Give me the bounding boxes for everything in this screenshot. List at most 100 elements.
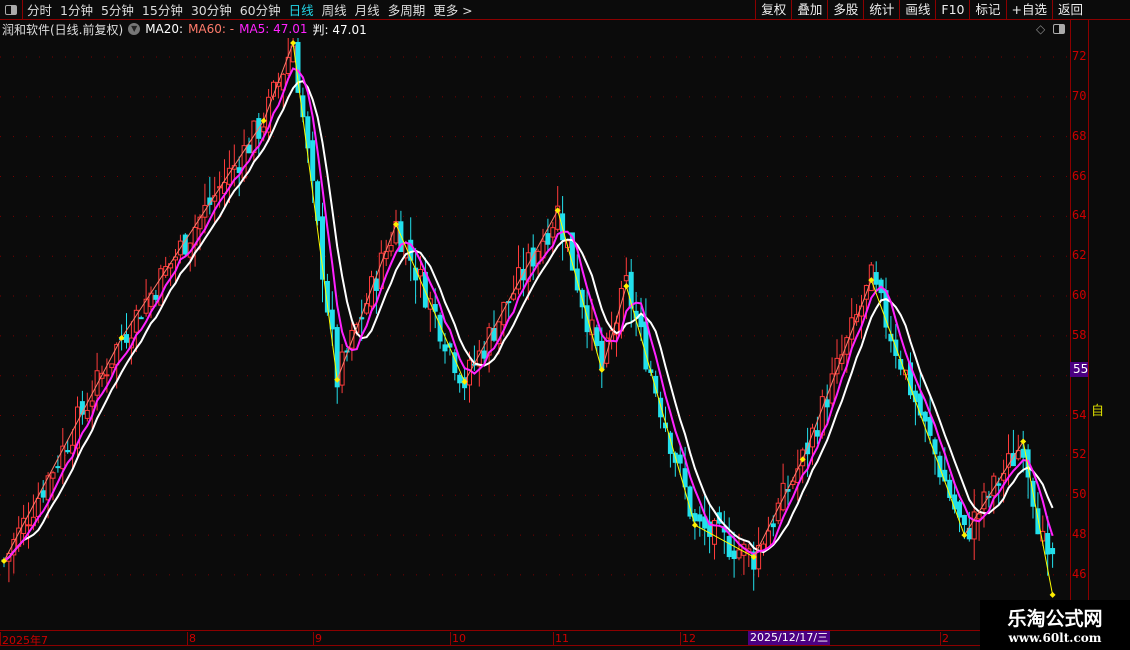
diamond-icon[interactable]: ◇ — [1036, 22, 1045, 36]
candle-body — [594, 327, 600, 347]
ma5-line — [3, 67, 1054, 563]
candle-body — [545, 233, 551, 245]
toolbar-button[interactable]: 标记 — [969, 0, 1005, 20]
zigzag-segment — [963, 441, 1024, 536]
period-tab[interactable]: 更多 > — [429, 0, 476, 19]
side-panel-char: 自 — [1091, 404, 1105, 419]
pivot-marker — [1020, 438, 1027, 445]
date-tick-label: 12 — [680, 632, 696, 646]
date-axis: 2025年7 8 9 10 11 12 2 — [0, 630, 1070, 647]
zigzag-segment — [802, 279, 872, 460]
period-tab[interactable]: 1分钟 — [56, 0, 97, 19]
ma5-label: MA5: 47.01 — [239, 22, 308, 36]
candle-body — [736, 549, 742, 559]
zigzag-segment — [3, 337, 123, 562]
candle-body — [814, 430, 820, 437]
candle-body — [726, 536, 732, 558]
pivot-marker — [290, 40, 297, 47]
period-tab[interactable]: 60分钟 — [236, 0, 285, 19]
candle-body — [315, 181, 321, 221]
candle-body — [731, 550, 737, 559]
candle-body — [971, 511, 977, 540]
candle-body — [677, 454, 683, 464]
pan-label: 判: 47.01 — [312, 22, 367, 37]
date-tick-label: 11 — [553, 632, 569, 646]
candle-body — [1045, 533, 1051, 555]
toolbar-button[interactable]: 返回 — [1051, 0, 1088, 20]
candle-body — [770, 523, 776, 528]
date-tick-label: 9 — [313, 632, 322, 646]
toolbar-button[interactable]: 复权 — [755, 0, 791, 20]
candle-body — [310, 140, 316, 181]
zigzag-segment — [121, 120, 265, 339]
period-tab[interactable]: 30分钟 — [187, 0, 236, 19]
pivot-marker — [623, 283, 630, 290]
candle-body — [418, 268, 423, 277]
indicator-info-line: 润和软件(日线.前复权) ▼ MA20: MA60: - MA5: 47.01 … — [2, 20, 367, 38]
candle-body — [104, 374, 110, 377]
period-tab[interactable]: 15分钟 — [138, 0, 187, 19]
period-tab[interactable]: 多周期 — [384, 0, 430, 19]
stock-title: 润和软件(日线.前复权) — [2, 22, 124, 37]
candle-body — [942, 469, 948, 482]
candle-body — [481, 350, 487, 359]
candle-body — [1050, 548, 1056, 555]
sidebar-toggle-icon[interactable] — [0, 0, 23, 20]
candle-body — [824, 399, 830, 408]
selected-date: 2025/12/17/三 — [748, 631, 831, 645]
candle-body — [94, 370, 100, 396]
candle-body — [251, 120, 257, 154]
candle-body — [682, 468, 688, 488]
candle-body — [996, 483, 1002, 486]
candle-body — [35, 497, 41, 517]
pivot-marker — [1049, 591, 1056, 598]
period-tab[interactable]: 日线 — [285, 0, 318, 19]
candle-body — [873, 272, 879, 285]
candle-body — [40, 490, 46, 498]
zigzag-segment — [870, 279, 965, 536]
candle-body — [89, 400, 95, 407]
toolbar-button[interactable]: 画线 — [899, 0, 935, 20]
side-panel: 自 — [1088, 20, 1130, 600]
toolbar-button[interactable]: F10 — [935, 0, 969, 20]
watermark-url: www.60lt.com — [1008, 631, 1102, 645]
candle-body — [109, 363, 115, 369]
watermark-name: 乐淘公式网 — [1007, 608, 1103, 630]
ma60-label: MA60: - — [188, 22, 235, 36]
candlestick-chart[interactable] — [0, 38, 1070, 630]
candle-body — [26, 524, 31, 527]
candle-body — [712, 519, 717, 545]
date-tick-label: 8 — [187, 632, 196, 646]
toolbar-button[interactable]: 统计 — [863, 0, 899, 20]
chevron-down-icon[interactable]: ▼ — [128, 23, 141, 35]
period-tab[interactable]: 周线 — [318, 0, 351, 19]
candle-body — [329, 309, 335, 330]
candle-body — [501, 301, 507, 326]
period-tab[interactable]: 分时 — [23, 0, 56, 19]
candle-body — [84, 409, 90, 419]
zigzag-segment — [292, 42, 338, 380]
zigzag-segment — [395, 224, 466, 382]
candle-body — [388, 244, 394, 252]
date-tick-label: 2025年7 — [0, 632, 48, 647]
panel-toggle-icon[interactable] — [1053, 24, 1066, 34]
toolbar-button[interactable]: 多股 — [827, 0, 863, 20]
candle-body — [922, 411, 928, 422]
candle-body — [339, 351, 345, 386]
period-tab[interactable]: 月线 — [351, 0, 384, 19]
zigzag-segment — [625, 285, 696, 526]
candle-body — [50, 472, 56, 479]
zigzag-segment — [263, 42, 294, 121]
candle-body — [124, 334, 129, 343]
toolbar-button[interactable]: 叠加 — [791, 0, 827, 20]
period-tab[interactable]: 5分钟 — [97, 0, 138, 19]
candle-body — [961, 514, 967, 526]
ma20-label: MA20: — [145, 22, 184, 36]
candle-body — [697, 514, 703, 522]
candle-body — [957, 501, 962, 518]
candle-body — [442, 344, 448, 352]
toolbar-button[interactable]: +自选 — [1005, 0, 1052, 20]
candle-body — [55, 466, 61, 469]
candle-body — [623, 275, 629, 282]
candle-body — [584, 305, 590, 333]
